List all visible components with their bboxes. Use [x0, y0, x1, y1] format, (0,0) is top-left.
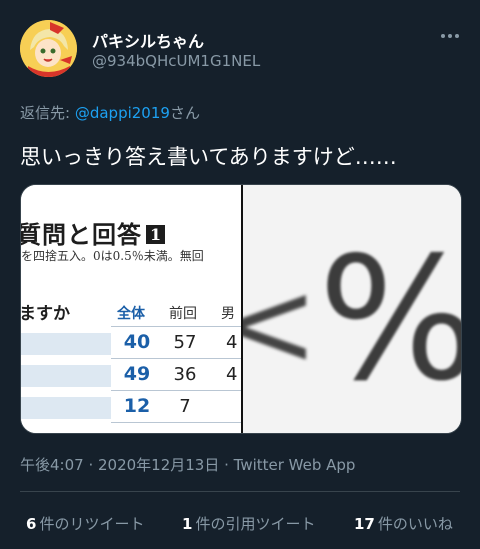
- zoomed-percent-sign: %: [318, 235, 461, 405]
- survey-title-number: 1: [146, 225, 166, 244]
- reply-to-line: 返信先: @dappi2019さん: [20, 102, 200, 123]
- row-divider: [111, 390, 241, 391]
- likes-stat[interactable]: 17 件のいいね: [354, 513, 453, 534]
- survey-title: 質問と回答 1: [21, 215, 166, 250]
- row-3-previous: 7: [179, 396, 191, 417]
- divider: [20, 491, 460, 492]
- row-divider: [111, 422, 241, 423]
- retweets-label: 件のリツイート: [39, 515, 145, 533]
- row-divider: [111, 358, 241, 359]
- survey-note: を四捨五入。0は0.5％未満。無回: [21, 249, 204, 263]
- reply-to-suffix: さん: [169, 104, 200, 122]
- row-2-male: 4: [226, 364, 238, 385]
- survey-question: ますか: [21, 304, 70, 324]
- row-band: [21, 397, 111, 419]
- media-image-zoomed-percent[interactable]: < %: [243, 185, 461, 433]
- avatar[interactable]: [20, 20, 77, 77]
- row-1-total: 40: [123, 331, 151, 353]
- row-1-male: 4: [226, 332, 238, 353]
- tweet-text: 思いっきり答え書いてありますけど……: [20, 145, 397, 169]
- column-header-previous: 前回: [169, 306, 197, 322]
- row-divider: [111, 326, 241, 327]
- author-handle[interactable]: @934bQHcUM1G1NEL: [92, 52, 260, 70]
- quotes-label: 件の引用ツイート: [195, 515, 316, 533]
- retweets-stat[interactable]: 6 件のリツイート: [26, 513, 144, 534]
- row-band: [21, 365, 111, 387]
- tweet-timestamp[interactable]: 午後4:07 · 2020年12月13日 · Twitter Web App: [20, 454, 355, 475]
- row-band: [21, 333, 111, 355]
- row-2-previous: 36: [173, 364, 197, 385]
- tweet-media[interactable]: 質問と回答 1 を四捨五入。0は0.5％未満。無回 ますか 全体 前回 男 40 …: [20, 184, 462, 434]
- media-image-survey-table[interactable]: 質問と回答 1 を四捨五入。0は0.5％未満。無回 ますか 全体 前回 男 40 …: [21, 185, 241, 433]
- column-header-total: 全体: [117, 306, 145, 322]
- likes-label: 件のいいね: [377, 515, 453, 533]
- quotes-stat[interactable]: 1 件の引用ツイート: [182, 513, 315, 534]
- row-1-previous: 57: [173, 332, 197, 353]
- anime-girl-avatar-icon: [20, 20, 77, 77]
- zoomed-bracket: <: [243, 265, 319, 385]
- column-header-male: 男: [221, 306, 235, 322]
- retweets-count: 6: [26, 515, 37, 533]
- row-3-total: 12: [123, 395, 151, 417]
- author-display-name[interactable]: パキシルちゃん: [92, 28, 204, 52]
- reply-to-mention[interactable]: @dappi2019: [75, 104, 170, 122]
- reply-to-prefix: 返信先:: [20, 104, 75, 122]
- row-2-total: 49: [123, 363, 151, 385]
- more-options-icon[interactable]: [438, 28, 462, 44]
- quotes-count: 1: [182, 515, 193, 533]
- survey-title-text: 質問と回答: [21, 220, 142, 249]
- likes-count: 17: [354, 515, 375, 533]
